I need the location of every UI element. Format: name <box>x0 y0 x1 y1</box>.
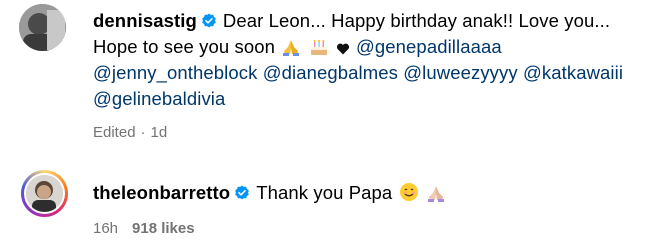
comment-meta: 16h 918 likes <box>93 220 638 237</box>
comment-username[interactable]: theleonbarretto <box>93 182 230 203</box>
comment-time[interactable]: 16h <box>93 220 118 237</box>
mention-link[interactable]: @jenny_ontheblock <box>93 62 257 83</box>
comment-text-body: Thank you Papa <box>256 182 393 203</box>
comment-text: theleonbarretto Thank you Papa <box>93 180 638 206</box>
praying-hands-emoji <box>427 186 444 202</box>
avatar-photo <box>26 175 63 212</box>
birthday-cake-emoji <box>310 40 327 55</box>
comment-dennisastig: dennisastig Dear Leon... Happy birthday … <box>0 0 650 160</box>
comment-text-intro: Dear Leon... Happy birthday anak!! Love … <box>222 10 611 31</box>
avatar[interactable] <box>19 4 66 51</box>
mention-link[interactable]: @dianegbalmes <box>263 62 398 83</box>
comment-time[interactable]: 1d <box>151 124 168 141</box>
smiling-face-emoji <box>399 183 418 201</box>
likes-count[interactable]: 918 likes <box>132 220 195 237</box>
comment-theleonbarretto: theleonbarretto Thank you Papa 16h 918 l… <box>0 160 650 242</box>
comment-meta: Edited · 1d <box>93 124 638 141</box>
edited-label: Edited <box>93 124 136 141</box>
verified-badge-icon <box>202 13 216 28</box>
comment-username[interactable]: dennisastig <box>93 10 197 31</box>
praying-hands-emoji <box>283 40 300 56</box>
verified-badge-icon <box>235 185 249 200</box>
mention-link[interactable]: @luweezyyyy <box>403 62 517 83</box>
comment-text-line2: Hope to see you soon <box>93 36 275 57</box>
mention-link[interactable]: @katkawaiii <box>523 62 623 83</box>
black-heart-emoji <box>336 43 349 55</box>
meta-separator: · <box>140 124 146 141</box>
avatar-photo <box>19 4 66 51</box>
comment-text: dennisastig Dear Leon... Happy birthday … <box>93 8 638 112</box>
mention-link[interactable]: @gelinebaldivia <box>93 88 225 109</box>
avatar[interactable] <box>21 170 68 217</box>
mention-link[interactable]: @genepadillaaaa <box>356 36 502 57</box>
